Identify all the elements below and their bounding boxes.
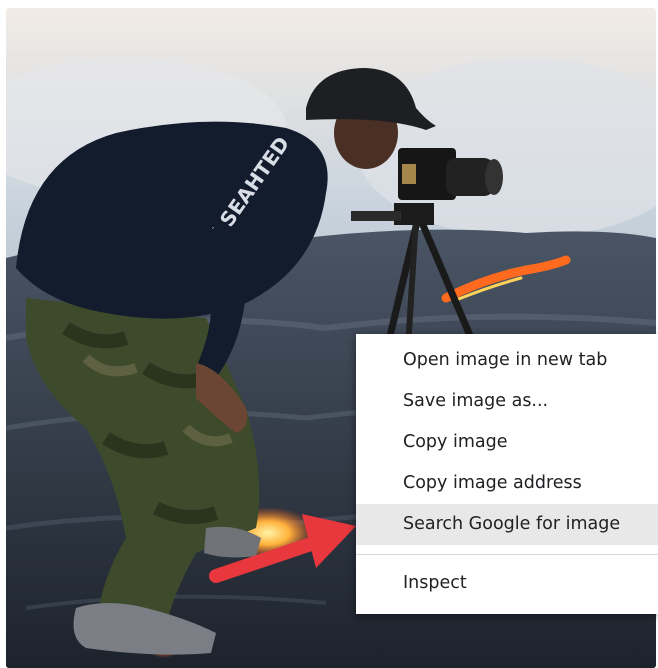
red-arrow-icon xyxy=(209,514,356,583)
menu-item-inspect[interactable]: Inspect xyxy=(356,563,658,604)
menu-item-copy-image[interactable]: Copy image xyxy=(356,422,658,463)
menu-item-search-google-for-image[interactable]: Search Google for image xyxy=(356,504,658,545)
menu-item-save-image-as[interactable]: Save image as... xyxy=(356,381,658,422)
context-menu: Open image in new tab Save image as... C… xyxy=(356,334,658,614)
menu-separator xyxy=(356,554,658,555)
menu-item-open-image-new-tab[interactable]: Open image in new tab xyxy=(356,340,658,381)
menu-item-copy-image-address[interactable]: Copy image address xyxy=(356,463,658,504)
